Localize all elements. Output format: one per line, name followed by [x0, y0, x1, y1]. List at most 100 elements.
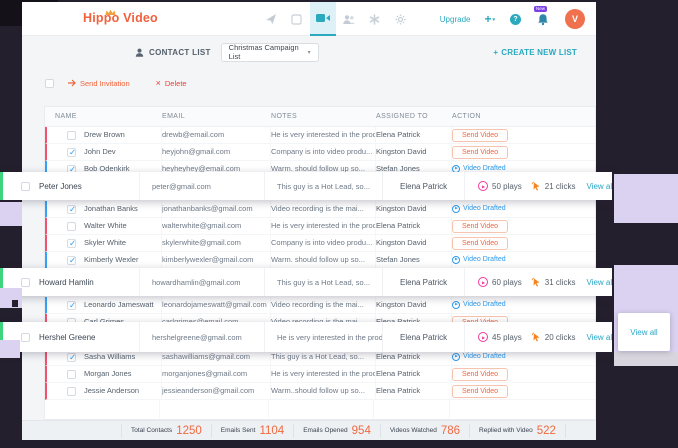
row-checkbox[interactable] — [67, 256, 76, 265]
table-row[interactable]: Jonathan Banksjonathanbanks@gmail.comVid… — [45, 201, 595, 218]
library-icon[interactable] — [284, 2, 310, 36]
contact-email: morganjones@gmail.com — [162, 366, 271, 382]
row-checkbox[interactable] — [67, 301, 76, 310]
highlighted-row[interactable]: Howard Hamlinhowardhamlin@gmail.comThis … — [0, 268, 612, 296]
send-invitation-button[interactable]: Send Invitation — [68, 79, 130, 88]
assigned-to: Elena Patrick — [383, 172, 465, 200]
view-all-link[interactable]: View all — [586, 333, 612, 342]
contact-notes: Warm..should follow up so... — [271, 383, 376, 399]
view-all-link[interactable]: View all — [586, 182, 612, 191]
contact-email: walterwhite@gmail.com — [162, 218, 271, 234]
view-all-link[interactable]: View all — [586, 278, 612, 287]
contact-notes: Warm. should follow up so... — [271, 252, 376, 268]
view-all-tooltip[interactable]: View all — [618, 313, 670, 351]
logo-crown-icon — [104, 5, 117, 19]
highlighted-row[interactable]: Peter Jonespeter@gmail.comThis guy is a … — [0, 172, 612, 200]
delete-button[interactable]: × Delete — [156, 79, 187, 88]
contact-email: skylerwhite@gmail.com — [162, 235, 271, 251]
add-plus-button[interactable]: +▾ — [484, 12, 495, 26]
help-icon[interactable]: ? — [510, 14, 521, 25]
send-icon[interactable] — [258, 2, 284, 36]
contact-notes: He is very interested in the prod... — [271, 218, 376, 234]
table-header-row: NAMEEMAILNOTESASSIGNED TOACTION — [45, 107, 595, 127]
row-checkbox[interactable] — [67, 370, 76, 379]
column-header: ACTION — [452, 107, 595, 127]
video-drafted-status: ▶Video Drafted — [452, 252, 506, 268]
contact-name-cell: Howard Hamlin — [3, 268, 140, 296]
highlighted-row[interactable]: Hershel Greenehershelgreene@gmail.comHe … — [0, 322, 612, 352]
contacts-table: NAMEEMAILNOTESASSIGNED TOACTION Drew Bro… — [44, 106, 596, 420]
assigned-to: Kingston David — [376, 144, 452, 160]
create-new-list-label: CREATE NEW LIST — [501, 48, 577, 57]
click-icon — [531, 332, 541, 342]
video-drafted-status: ▶Video Drafted — [452, 297, 506, 313]
send-video-button[interactable]: Send Video — [452, 368, 508, 381]
table-row[interactable]: Jessie Andersonjessieanderson@gmail.comW… — [45, 383, 595, 400]
contact-list-label: CONTACT LIST — [149, 48, 211, 57]
contact-list-label-group: CONTACT LIST — [135, 48, 211, 57]
close-icon: × — [156, 79, 161, 88]
row-checkbox[interactable] — [67, 131, 76, 140]
row-checkbox[interactable] — [21, 333, 30, 342]
row-checkbox[interactable] — [67, 353, 76, 362]
contact-name: John Dev — [84, 144, 116, 160]
video-drafted-label: Video Drafted — [463, 297, 506, 313]
contact-notes: Video recording is the mai... — [271, 201, 376, 217]
send-video-button[interactable]: Send Video — [452, 146, 508, 159]
contact-email: jessieanderson@gmail.com — [162, 383, 271, 399]
table-row[interactable]: Walter Whitewalterwhite@gmail.comHe is v… — [45, 218, 595, 235]
table-row[interactable]: Morgan Jonesmorganjones@gmail.comHe is v… — [45, 366, 595, 383]
row-checkbox[interactable] — [67, 222, 76, 231]
assigned-to: Kingston David — [376, 297, 452, 313]
play-circle-icon: ▶ — [452, 353, 460, 361]
table-row[interactable]: Drew Browndrewb@email.comHe is very inte… — [45, 127, 595, 144]
row-checkbox[interactable] — [67, 387, 76, 396]
upgrade-link[interactable]: Upgrade — [440, 15, 471, 24]
stat-label: Replied with Video — [479, 427, 533, 434]
integrations-icon[interactable] — [362, 2, 388, 36]
assigned-to: Kingston David — [376, 201, 452, 217]
campaign-list-dropdown[interactable]: Christmas Campaign List ▾ — [221, 43, 319, 62]
table-row[interactable]: Skyler Whiteskylerwhite@gmail.comCompany… — [45, 235, 595, 252]
view-all-link[interactable]: View all — [630, 328, 657, 337]
table-row[interactable]: John Devheyjohn@gmail.comCompany is into… — [45, 144, 595, 161]
select-all-checkbox[interactable] — [45, 79, 54, 88]
row-checkbox[interactable] — [67, 239, 76, 248]
table-row[interactable]: Leonardo Jameswattleonardojameswatt@gmai… — [45, 297, 595, 314]
stats-footer: Total Contacts1250Emails Sent1104Emails … — [22, 420, 596, 440]
contacts-icon[interactable] — [336, 2, 362, 36]
action-cell: Send Video — [452, 144, 595, 160]
send-video-button[interactable]: Send Video — [452, 237, 508, 250]
send-video-button[interactable]: Send Video — [452, 220, 508, 233]
plays-count: 50 plays — [492, 182, 522, 191]
stat-value: 1250 — [176, 425, 202, 437]
logo-text: Hippo Video — [83, 11, 158, 25]
stats-cell: ▶50 plays21 clicksView all — [465, 172, 612, 200]
contact-name-cell: Jonathan Banks — [47, 201, 162, 217]
create-new-list-button[interactable]: + CREATE NEW LIST — [493, 48, 577, 57]
assigned-to: Elena Patrick — [383, 322, 465, 352]
plus-glyph: + — [484, 12, 491, 26]
video-camera-icon[interactable] — [310, 2, 336, 36]
selected-list-name: Christmas Campaign List — [229, 43, 303, 61]
play-icon: ▶ — [478, 332, 488, 342]
table-row[interactable]: Kimberly Wexlerkimberlywexler@gmail.comW… — [45, 252, 595, 269]
stat-item: Videos Watched786 — [380, 424, 469, 438]
contact-name: Howard Hamlin — [39, 278, 94, 287]
row-checkbox[interactable] — [67, 148, 76, 157]
purple-overlay-block — [614, 174, 678, 223]
desktop-background: Hippo Video — [0, 0, 678, 448]
notifications-bell-icon[interactable]: New — [537, 13, 549, 26]
hippo-video-logo[interactable]: Hippo Video — [83, 11, 158, 25]
row-checkbox[interactable] — [21, 182, 30, 191]
user-avatar[interactable]: V — [565, 9, 585, 29]
stat-label: Total Contacts — [131, 427, 172, 434]
send-video-button[interactable]: Send Video — [452, 129, 508, 142]
send-video-button[interactable]: Send Video — [452, 385, 508, 398]
row-checkbox[interactable] — [21, 278, 30, 287]
contact-name-cell: Morgan Jones — [47, 366, 162, 382]
action-cell: Send Video — [452, 127, 595, 143]
assigned-to: Elena Patrick — [383, 268, 465, 296]
settings-gear-icon[interactable] — [388, 2, 414, 36]
row-checkbox[interactable] — [67, 205, 76, 214]
